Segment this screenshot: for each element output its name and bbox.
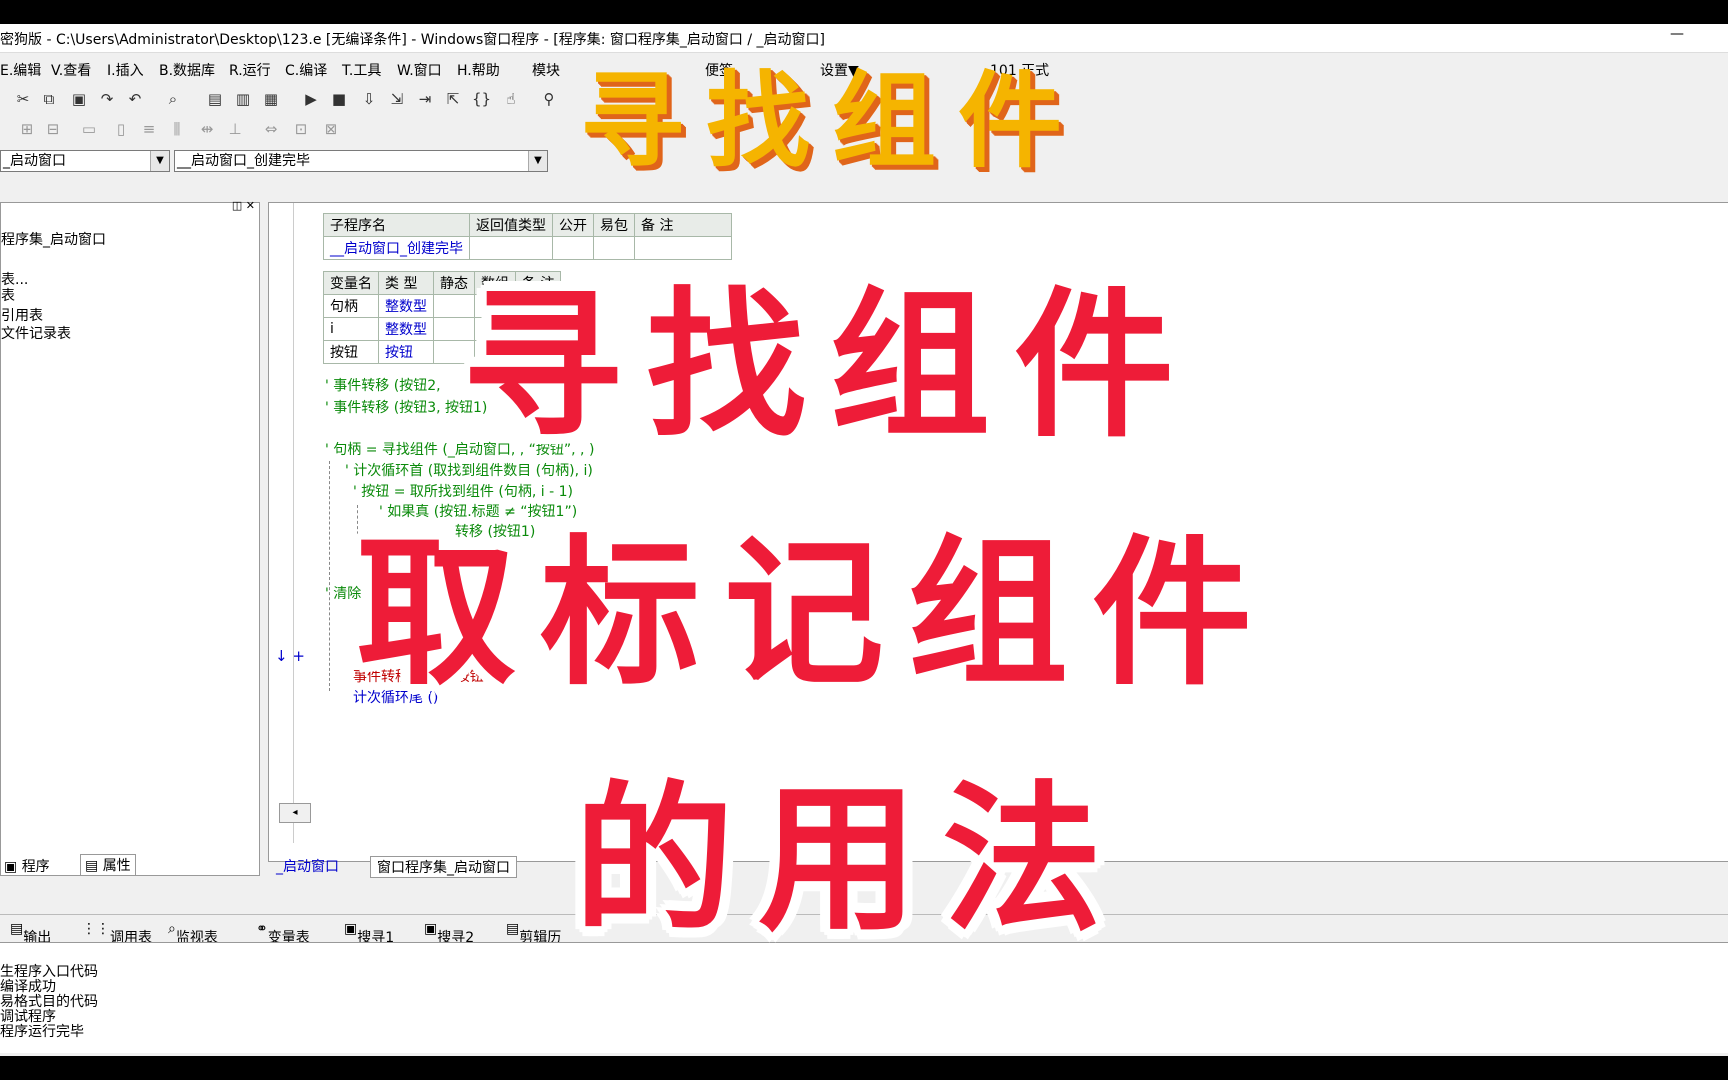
find-icon[interactable]: ⌕ <box>164 90 182 108</box>
chevron-down-icon[interactable]: ▼ <box>150 151 169 171</box>
overlay-line3: 的用法 <box>574 766 1127 953</box>
output-line: 程序运行完毕 <box>0 1024 84 1040</box>
loop-guide <box>329 461 330 691</box>
call-tab[interactable]: ⋮⋮ 调用表 <box>82 921 152 946</box>
braces-icon[interactable]: {} <box>472 90 491 108</box>
sub-header: 易包 <box>593 213 635 237</box>
overlay-line2: 取标记组件 <box>356 520 1277 707</box>
hand-icon[interactable]: ☝ <box>502 90 520 108</box>
output-line: 生程序入口代码 <box>0 964 98 980</box>
run-icon[interactable]: ▶ <box>302 90 320 108</box>
left-pane: ◫ ✕ 程序集_启动窗口 表... 表 引用表 文件记录表 <box>0 199 260 876</box>
left-tab-program[interactable]: ▣ 程序 <box>4 856 50 876</box>
align2-icon[interactable]: ⊟ <box>44 120 62 138</box>
menu-window[interactable]: W.窗口 <box>397 60 442 80</box>
align7-icon[interactable]: ⇹ <box>198 120 216 138</box>
gutter: ↓ + <box>269 203 305 843</box>
copy-icon[interactable]: ⧉ <box>40 90 58 108</box>
menu-compile[interactable]: C.编译 <box>285 60 327 80</box>
layout2-icon[interactable]: ▥ <box>234 90 252 108</box>
output-line: 调试程序 <box>0 1009 56 1025</box>
object-select-value: _启动窗口 <box>3 153 66 169</box>
tree-item[interactable]: 引用表 <box>1 305 43 325</box>
menu-help[interactable]: H.帮助 <box>457 60 500 80</box>
tab-label: 窗口程序集_启动窗口 <box>377 860 510 876</box>
program-icon: ▣ <box>4 859 18 875</box>
var-name[interactable]: 按钮 <box>323 340 379 364</box>
var-type[interactable]: 整数型 <box>378 294 434 318</box>
menu-edit[interactable]: E.编辑 <box>0 60 41 80</box>
tab-startup-window[interactable]: _启动窗口 <box>276 856 339 876</box>
layout3-icon[interactable]: ▦ <box>262 90 280 108</box>
menu-database[interactable]: B.数据库 <box>159 60 215 80</box>
pane-controls[interactable]: ◫ ✕ <box>232 199 255 212</box>
step-icon[interactable]: ⇩ <box>360 90 378 108</box>
menu-view[interactable]: V.查看 <box>51 60 91 80</box>
scroll-left-icon[interactable]: ◂ <box>279 803 311 823</box>
var-type[interactable]: 整数型 <box>378 317 434 341</box>
output-line: 编译成功 <box>0 979 56 995</box>
tree-item[interactable]: 表 <box>1 285 15 305</box>
event-select-value: __启动窗口_创建完毕 <box>177 153 310 169</box>
var-header: 类 型 <box>378 271 434 295</box>
menu-run[interactable]: R.运行 <box>229 60 271 80</box>
output-tab[interactable]: ▤ 输出 <box>10 921 51 946</box>
clip-tab[interactable]: ▤ 剪辑历 <box>506 921 561 946</box>
menu-insert[interactable]: I.插入 <box>107 60 144 80</box>
sub-header: 公开 <box>552 213 594 237</box>
stop-icon[interactable]: ■ <box>330 90 348 108</box>
object-select[interactable]: _启动窗口 ▼ <box>0 150 170 172</box>
var-name[interactable]: i <box>323 317 379 341</box>
sub-name-cell[interactable]: __启动窗口_创建完毕 <box>323 236 470 260</box>
left-tab-label: 属性 <box>102 858 131 874</box>
tab-window-assembly[interactable]: 窗口程序集_启动窗口 <box>370 856 517 878</box>
align8-icon[interactable]: ⊥ <box>226 120 244 138</box>
minimize-button[interactable]: — <box>1670 26 1684 42</box>
var-header: 变量名 <box>323 271 379 295</box>
undo-icon[interactable]: ↶ <box>126 90 144 108</box>
var-tab[interactable]: ⚭ 变量表 <box>256 921 310 946</box>
step-over-icon[interactable]: ⇥ <box>416 90 434 108</box>
search2-tab[interactable]: ▣ 搜寻2 <box>424 921 474 946</box>
left-tab-props[interactable]: ▤ 属性 <box>80 854 136 876</box>
menu-module[interactable]: 模块 <box>532 60 560 80</box>
align10-icon[interactable]: ⊡ <box>292 120 310 138</box>
left-tab-label: 程序 <box>21 859 50 875</box>
tree-item[interactable]: 文件记录表 <box>1 323 71 343</box>
align4-icon[interactable]: ▯ <box>112 120 130 138</box>
cut-icon[interactable]: ✂ <box>14 90 32 108</box>
tree-item[interactable]: 程序集_启动窗口 <box>1 229 106 249</box>
output-line: 易格式目的代码 <box>0 994 98 1010</box>
align11-icon[interactable]: ⊠ <box>322 120 340 138</box>
overlay-top-title: 寻找组件 <box>580 60 1085 182</box>
watch-tab[interactable]: ⌕ 监视表 <box>168 921 218 946</box>
overlay-line1: 寻找组件 <box>462 272 1199 459</box>
align9-icon[interactable]: ⇔ <box>262 120 280 138</box>
layout1-icon[interactable]: ▤ <box>206 90 224 108</box>
align1-icon[interactable]: ⊞ <box>18 120 36 138</box>
align3-icon[interactable]: ▭ <box>80 120 98 138</box>
var-type[interactable]: 按钮 <box>378 340 434 364</box>
search1-tab[interactable]: ▣ 搜寻1 <box>344 921 394 946</box>
align6-icon[interactable]: ⫼ <box>168 120 186 138</box>
chevron-down-icon[interactable]: ▼ <box>528 151 547 171</box>
paste-icon[interactable]: ▣ <box>70 90 88 108</box>
event-select[interactable]: __启动窗口_创建完毕 ▼ <box>174 150 548 172</box>
sub-header: 备 注 <box>634 213 732 237</box>
props-icon: ▤ <box>85 858 99 874</box>
sub-header: 子程序名 <box>323 213 470 237</box>
tab-label: _启动窗口 <box>276 859 339 875</box>
redo-icon[interactable]: ↷ <box>98 90 116 108</box>
gutter-marks: ↓ + <box>275 647 305 665</box>
sub-header: 返回值类型 <box>469 213 553 237</box>
menu-tools[interactable]: T.工具 <box>342 60 381 80</box>
code-line[interactable]: ' 事件转移 (按钮2, <box>325 375 441 395</box>
step-out-icon[interactable]: ⇱ <box>444 90 462 108</box>
var-name[interactable]: 句柄 <box>323 294 379 318</box>
align5-icon[interactable]: ≡ <box>140 120 158 138</box>
binoculars-icon[interactable]: ⚲ <box>540 90 558 108</box>
step-into-icon[interactable]: ⇲ <box>388 90 406 108</box>
